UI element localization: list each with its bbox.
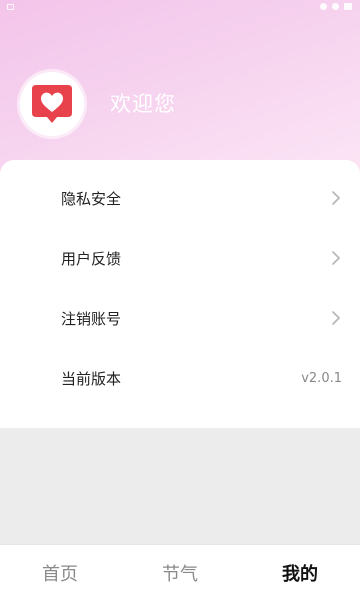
notification-icon <box>7 4 14 10</box>
signal-icon <box>332 3 339 10</box>
avatar[interactable] <box>20 72 84 136</box>
bottom-nav: 首页 节气 我的 <box>0 544 360 600</box>
profile-screen: 欢迎您 隐私安全 用户反馈 注销账号 当前版本 v2.0.1 首页 节气 我的 <box>0 0 360 600</box>
status-bar <box>0 0 360 14</box>
welcome-text: 欢迎您 <box>110 92 176 116</box>
tab-home[interactable]: 首页 <box>0 545 120 600</box>
menu-item-label: 注销账号 <box>61 309 122 328</box>
chevron-right-icon <box>332 251 340 265</box>
menu-item-label: 隐私安全 <box>61 189 122 208</box>
menu-item-current-version: 当前版本 v2.0.1 <box>0 348 360 408</box>
chevron-right-icon <box>332 311 340 325</box>
tab-solar-terms[interactable]: 节气 <box>120 545 240 600</box>
version-value: v2.0.1 <box>301 370 342 386</box>
menu-item-privacy-security[interactable]: 隐私安全 <box>0 168 360 228</box>
settings-card: 隐私安全 用户反馈 注销账号 当前版本 v2.0.1 <box>0 160 360 428</box>
menu-item-user-feedback[interactable]: 用户反馈 <box>0 228 360 288</box>
battery-icon <box>344 3 352 10</box>
wifi-icon <box>320 3 327 10</box>
menu-item-label: 当前版本 <box>61 369 122 388</box>
status-icons <box>320 3 352 10</box>
menu-item-delete-account[interactable]: 注销账号 <box>0 288 360 348</box>
heart-bubble-icon <box>32 85 72 123</box>
menu-item-label: 用户反馈 <box>61 249 122 268</box>
chevron-right-icon <box>332 191 340 205</box>
tab-mine[interactable]: 我的 <box>240 545 360 600</box>
